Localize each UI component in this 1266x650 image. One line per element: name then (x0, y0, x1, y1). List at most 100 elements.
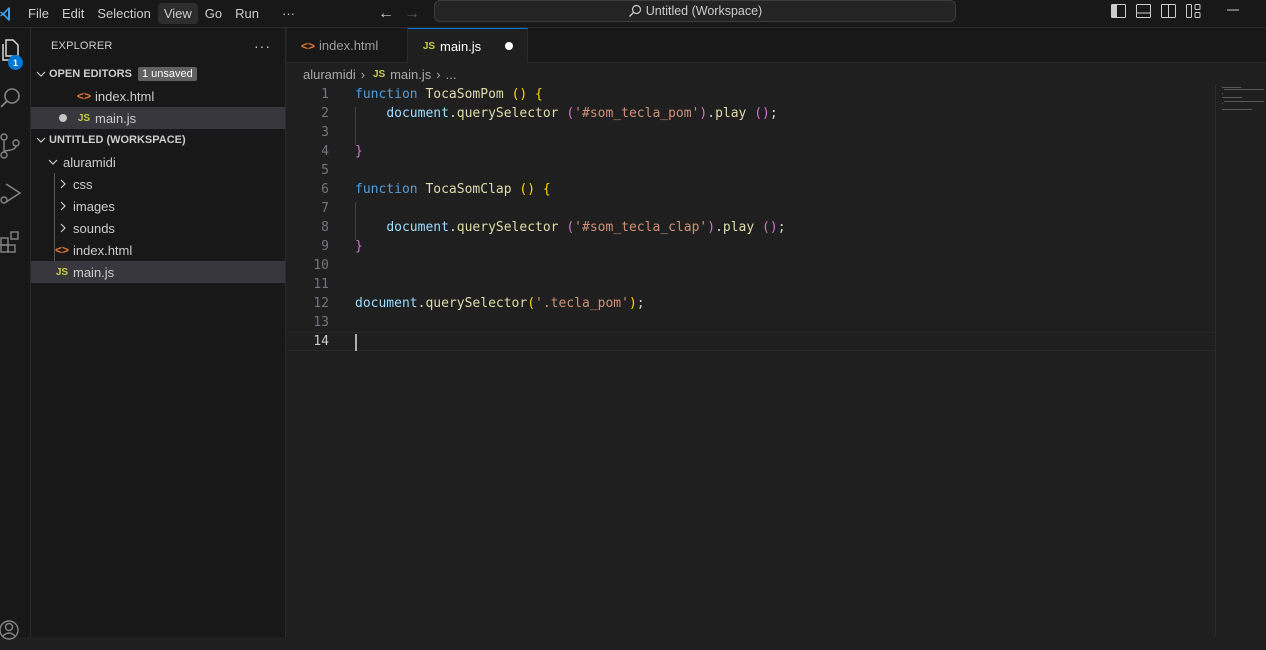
folder-children: css images sounds <> index.html JS main.… (31, 173, 285, 283)
menu-item-view[interactable]: View (157, 3, 198, 24)
layout-controls (1110, 0, 1201, 22)
code-line[interactable]: 11 (287, 275, 1215, 294)
run-debug-icon[interactable] (0, 174, 31, 214)
line-number: 2 (321, 106, 329, 121)
unsaved-dot-icon[interactable] (59, 114, 67, 122)
workspace-title: UNTITLED (WORKSPACE) (49, 134, 186, 146)
js-file-icon: JS (77, 112, 91, 124)
open-editor-label: index.html (95, 88, 155, 104)
toggle-primary-sidebar-icon[interactable] (1110, 3, 1126, 19)
extensions-icon[interactable] (0, 222, 31, 262)
tree-folder[interactable]: css (31, 173, 285, 195)
toggle-panel-icon[interactable] (1135, 3, 1151, 19)
tree-file[interactable]: <> index.html (31, 239, 285, 261)
html-file-icon: <> (300, 38, 315, 53)
chevron-right-icon: › (436, 66, 441, 82)
code-text: function TocaSomPom () { (355, 87, 543, 102)
code-line[interactable]: 13 (287, 313, 1215, 332)
file-label: main.js (73, 264, 115, 280)
code-text: document.querySelector ('#som_tecla_pom'… (386, 106, 778, 121)
code-line[interactable]: 14 (287, 332, 1215, 351)
arrow-right-icon[interactable]: → (404, 5, 420, 23)
tree-folder[interactable]: sounds (31, 217, 285, 239)
file-label: index.html (73, 242, 133, 258)
minimap-line (1222, 103, 1223, 104)
code-line[interactable]: 4} (287, 142, 1215, 161)
minimap-line (1224, 101, 1264, 102)
line-number: 4 (321, 144, 329, 159)
code-line[interactable]: 6 function TocaSomClap () { (287, 180, 1215, 199)
open-editor-label: main.js (95, 110, 137, 126)
menu-item-selection[interactable]: Selection (91, 3, 156, 24)
code-line[interactable]: 5 (287, 161, 1215, 180)
unsaved-badge: 1 unsaved (137, 67, 197, 81)
code-line[interactable]: 10 (287, 256, 1215, 275)
source-control-icon[interactable] (0, 126, 31, 166)
navigation-controls: ← → (378, 0, 420, 28)
explorer-header: EXPLORER ··· (31, 28, 285, 63)
arrow-left-icon[interactable]: ← (378, 5, 394, 23)
code-line[interactable]: 1 function TocaSomPom () { (287, 85, 1215, 104)
command-center[interactable]: Untitled (Workspace) (434, 0, 956, 22)
minimap-line (1222, 87, 1242, 88)
explorer-icon[interactable]: 1 (0, 30, 31, 70)
line-number: 6 (321, 182, 329, 197)
minimize-icon[interactable] (1227, 3, 1239, 17)
workspace-section[interactable]: UNTITLED (WORKSPACE) (31, 129, 285, 151)
code-line[interactable]: 9} (287, 237, 1215, 256)
tab-label: main.js (440, 38, 482, 54)
code-text: } (355, 239, 363, 254)
menu-item-edit[interactable]: Edit (56, 3, 90, 24)
chevron-right-icon (55, 223, 71, 233)
line-number: 13 (313, 315, 329, 330)
tab-main-js[interactable]: JS main.js (408, 28, 528, 64)
code-line[interactable]: 2 document.querySelector ('#som_tecla_po… (287, 104, 1215, 123)
tab-index-html[interactable]: <> index.html (287, 28, 408, 63)
menu-item-run[interactable]: Run (229, 3, 265, 24)
more-actions-icon[interactable]: ··· (254, 38, 271, 54)
editor-vertical-ruler (1215, 85, 1216, 637)
line-number: 8 (321, 220, 329, 235)
open-editor-item[interactable]: <> index.html (31, 85, 285, 107)
chevron-right-icon (55, 179, 71, 189)
line-number: 10 (313, 258, 329, 273)
code-line[interactable]: 8 document.querySelector ('#som_tecla_cl… (287, 218, 1215, 237)
unsaved-dot-icon[interactable] (505, 42, 514, 50)
open-editor-item[interactable]: JS main.js (31, 107, 285, 129)
toggle-secondary-sidebar-icon[interactable] (1160, 3, 1176, 19)
customize-layout-icon[interactable] (1185, 3, 1201, 19)
code-line[interactable]: 3 (287, 123, 1215, 142)
code-line[interactable]: 7 (287, 199, 1215, 218)
open-editors-section[interactable]: OPEN EDITORS 1 unsaved (31, 63, 285, 85)
line-number: 5 (321, 163, 329, 178)
minimap[interactable] (1220, 85, 1266, 145)
breadcrumb-file[interactable]: main.js (390, 67, 431, 82)
js-file-icon: JS (372, 68, 386, 80)
tab-label: index.html (319, 38, 379, 53)
chevron-down-icon (45, 159, 61, 165)
line-number: 1 (321, 87, 329, 102)
command-center-label: Untitled (Workspace) (645, 4, 763, 18)
search-icon (628, 4, 641, 17)
menu-item-more[interactable]: ··· (276, 3, 301, 24)
menu-item-go[interactable]: Go (199, 3, 228, 24)
line-number: 11 (313, 277, 329, 292)
search-icon[interactable] (0, 78, 31, 118)
tree-file[interactable]: JS main.js (31, 261, 285, 283)
breadcrumb-symbol[interactable]: ... (446, 67, 457, 82)
code-editor[interactable]: 1 function TocaSomPom () { 2 document.quer… (287, 85, 1266, 637)
breadcrumb-folder[interactable]: aluramidi (303, 67, 356, 82)
explorer-badge: 1 (8, 55, 23, 70)
code-text: document.querySelector ('#som_tecla_clap… (386, 220, 786, 235)
line-number: 9 (321, 239, 329, 254)
code-line[interactable]: 12 document.querySelector('.tecla_pom'); (287, 294, 1215, 313)
chevron-down-icon (33, 71, 49, 77)
editor-tabs: <> index.html JS main.js (287, 28, 1266, 64)
vscode-logo-icon (0, 0, 22, 28)
code-text: document.querySelector('.tecla_pom'); (355, 296, 645, 311)
tree-folder[interactable]: images (31, 195, 285, 217)
accounts-icon[interactable] (0, 610, 31, 650)
chevron-right-icon (55, 201, 71, 211)
folder-root[interactable]: aluramidi (31, 151, 285, 173)
menu-item-file[interactable]: File (22, 3, 55, 24)
